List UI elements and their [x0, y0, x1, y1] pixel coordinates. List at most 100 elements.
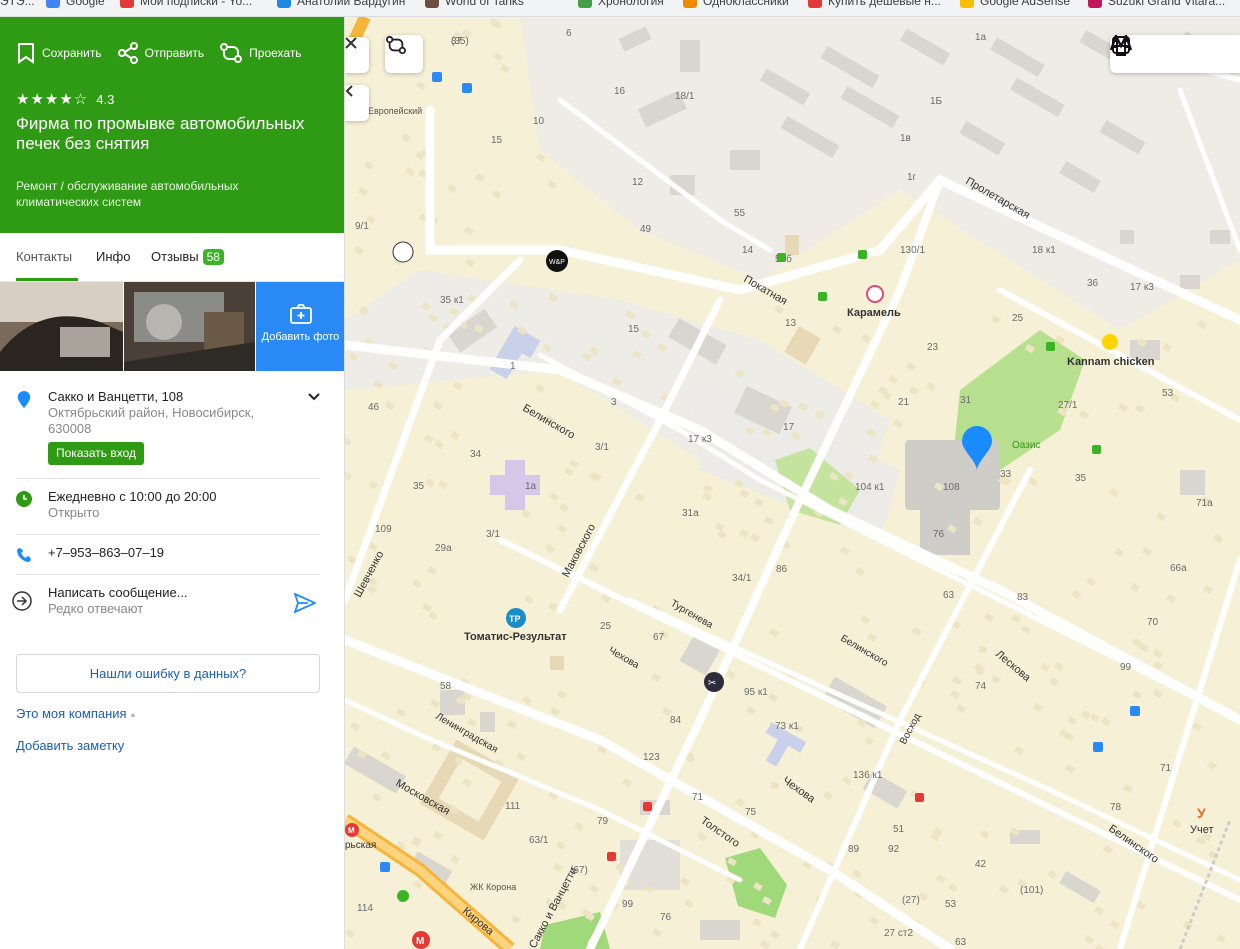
map-canvas[interactable]: Пролетарская Покатная Белинского Маковск…: [345, 17, 1240, 949]
house-number: 31: [960, 395, 972, 406]
house-number: 73 к1: [775, 721, 799, 732]
house-number: 42: [975, 859, 987, 870]
phone-number[interactable]: +7‒953‒863‒07‒19: [48, 545, 164, 561]
house-number: 84: [670, 715, 682, 726]
house-number: 63/1: [529, 835, 549, 846]
save-label: Сохранить: [42, 46, 102, 60]
rating-value: 4.3: [96, 91, 115, 107]
place-category[interactable]: Ремонт / обслуживание автомобильных клим…: [16, 178, 316, 210]
bookmark[interactable]: Google: [46, 0, 105, 8]
phone-row[interactable]: +7‒953‒863‒07‒19: [16, 545, 320, 565]
house-number: 63: [955, 937, 967, 948]
address-district: Октябрьский район, Новосибирск, 630008: [48, 405, 255, 436]
tab-contacts[interactable]: Контакты: [16, 249, 72, 264]
poi-label[interactable]: Kannam chicken: [1067, 356, 1155, 368]
house-number: 136 к1: [853, 770, 883, 781]
divider: [16, 534, 320, 535]
house-number: 66а: [1170, 563, 1187, 574]
pharmacy-icon[interactable]: [397, 890, 409, 902]
house-number: 108: [943, 482, 960, 493]
house-number: 35: [413, 481, 425, 492]
house-number: 1в: [900, 133, 911, 144]
show-entrance-button[interactable]: Показать вход: [48, 442, 144, 465]
house-number: 15: [628, 324, 640, 335]
house-number: (101): [1020, 885, 1043, 896]
youtube-icon: [120, 0, 134, 8]
house-number: 21: [898, 397, 910, 408]
shop-icon[interactable]: [392, 241, 414, 263]
bookmark[interactable]: Хронология: [578, 0, 664, 8]
photo-thumbnail[interactable]: [0, 282, 123, 371]
house-number: 99: [1120, 662, 1132, 673]
divider: [16, 574, 320, 575]
house-number: 33: [1000, 469, 1012, 480]
bus-layer-icon[interactable]: [1110, 35, 1132, 57]
collapse-panel-button[interactable]: [345, 85, 369, 121]
house-number: 92: [888, 844, 900, 855]
tab-info[interactable]: Инфо: [96, 249, 130, 264]
save-button[interactable]: Сохранить: [16, 42, 102, 64]
layers-toolbar: [1110, 35, 1240, 73]
poi-label[interactable]: Оазис: [1012, 440, 1040, 451]
chicken-icon[interactable]: [1102, 334, 1118, 350]
address-row[interactable]: Сакко и Ванцетти, 108 Октябрьский район,…: [16, 389, 320, 439]
bookmark[interactable]: Купить дешевые н...: [808, 0, 941, 8]
bookmark[interactable]: Suzuki Grand Vitara...: [1088, 0, 1225, 8]
svg-text:TP: TP: [509, 614, 521, 624]
house-number: 71а: [1196, 498, 1213, 509]
map-view[interactable]: Пролетарская Покатная Белинского Маковск…: [345, 17, 1240, 949]
house-number: 1а: [975, 32, 987, 43]
bookmark[interactable]: Одноклассники: [683, 0, 789, 8]
bookmark[interactable]: ЭТЭ...: [0, 0, 35, 8]
house-number: 55: [734, 208, 746, 219]
house-number: 10: [533, 116, 545, 127]
poi-label[interactable]: Учет: [1190, 824, 1214, 836]
place-card-panel: Сохранить Отправить Проехать ★★★★☆ 4.3 Ф…: [0, 17, 345, 949]
house-number: 78: [1110, 802, 1122, 813]
star-rating-icon: ★★★★☆: [16, 91, 89, 108]
house-number: 74: [975, 681, 987, 692]
place-header: Сохранить Отправить Проехать ★★★★☆ 4.3 Ф…: [0, 17, 344, 233]
report-error-button[interactable]: Нашли ошибку в данных?: [16, 654, 320, 693]
maps-icon: [578, 0, 592, 8]
tab-reviews[interactable]: Отзывы 58: [151, 249, 224, 265]
house-number: 89: [848, 844, 860, 855]
house-number: 49: [640, 224, 652, 235]
house-number: 6: [566, 28, 572, 39]
bookmark[interactable]: Мои подписки - Yo...: [120, 0, 252, 8]
route-button[interactable]: Проехать: [219, 42, 302, 64]
house-number: 63: [943, 590, 955, 601]
share-button[interactable]: Отправить: [117, 42, 204, 64]
house-number: 71: [692, 792, 704, 803]
vk-icon: [277, 0, 291, 8]
poi-label[interactable]: Томатис-Результат: [464, 631, 567, 643]
divider: [16, 478, 320, 479]
chevron-down-icon[interactable]: [308, 393, 320, 401]
poi-label[interactable]: Карамель: [847, 307, 901, 319]
place-title: Фирма по промывке автомобильных печек бе…: [16, 114, 305, 153]
cafe-icon[interactable]: [866, 285, 884, 303]
bookmark[interactable]: Google AdSense: [960, 0, 1070, 8]
close-panel-button[interactable]: [345, 37, 369, 73]
my-company-link[interactable]: Это моя компания ●: [16, 706, 136, 721]
send-icon[interactable]: [294, 593, 316, 613]
add-photo-icon: [289, 304, 312, 324]
ok-icon: [683, 0, 697, 8]
bookmark[interactable]: Анатолий Вардугин: [277, 0, 405, 8]
bookmark[interactable]: World of Tanks: [425, 0, 524, 8]
message-row[interactable]: Написать сообщение... Редко отвечают: [12, 585, 320, 621]
rating[interactable]: ★★★★☆ 4.3: [16, 90, 114, 108]
house-number: 16: [614, 86, 626, 97]
uchet-icon[interactable]: У: [1197, 805, 1206, 821]
add-note-link[interactable]: Добавить заметку: [16, 738, 124, 753]
open-status: Открыто: [48, 505, 100, 520]
photo-thumbnail[interactable]: [124, 282, 255, 371]
route-control[interactable]: [385, 35, 423, 73]
house-number: 3: [611, 397, 617, 408]
wot-icon: [425, 0, 439, 8]
hours-row[interactable]: Ежедневно с 10:00 до 20:00 Открыто: [16, 489, 320, 525]
house-number: 17 к3: [1130, 282, 1154, 293]
suzuki-icon: [1088, 0, 1102, 8]
bookmark-icon: [18, 43, 34, 64]
add-photo-button[interactable]: Добавить фото: [256, 282, 344, 371]
